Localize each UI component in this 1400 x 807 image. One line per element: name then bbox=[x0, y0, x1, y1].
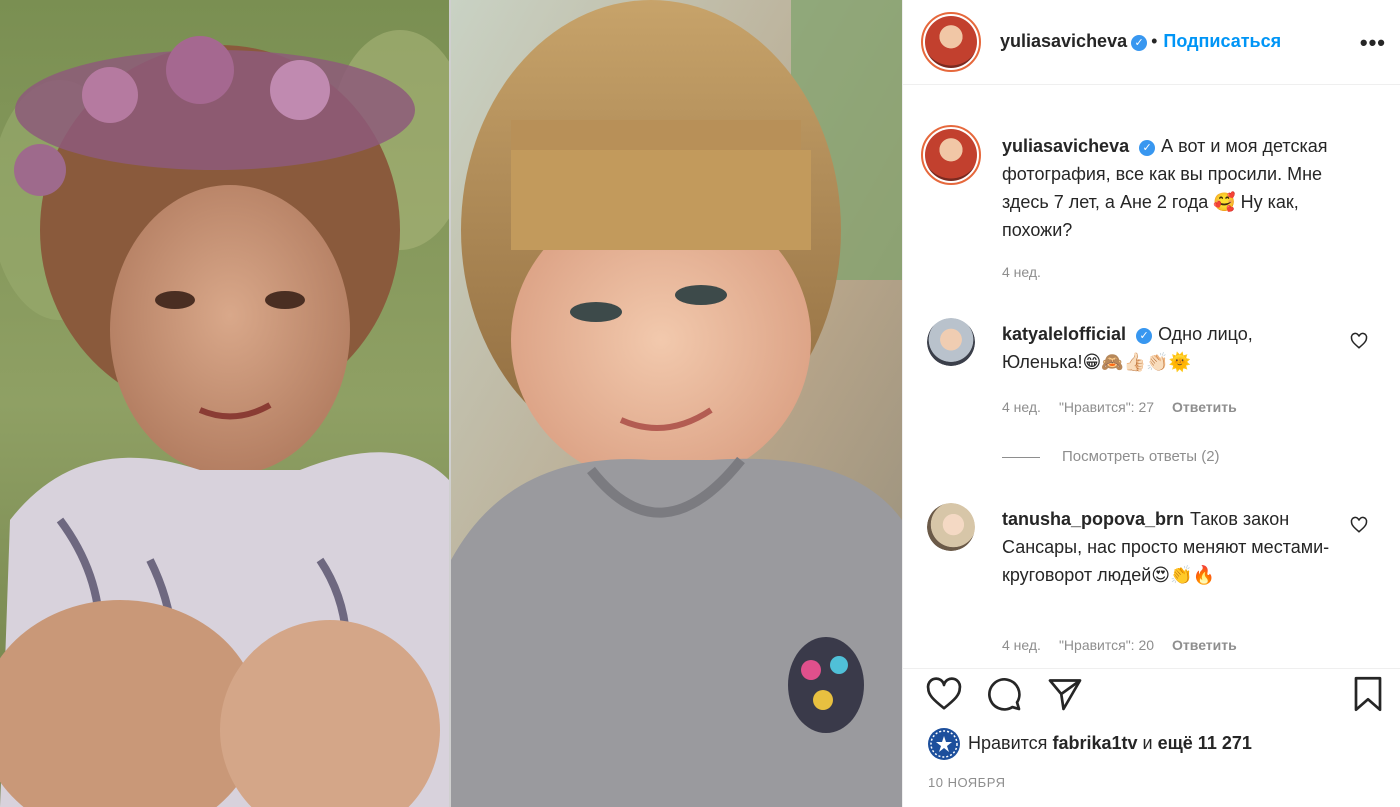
liker-username[interactable]: fabrika1tv bbox=[1052, 733, 1137, 753]
bookmark-icon[interactable] bbox=[1352, 676, 1384, 712]
daughter-photo bbox=[451, 0, 902, 807]
follow-button[interactable]: Подписаться bbox=[1163, 31, 1281, 51]
caption: yuliasavicheva ✓ А вот и моя детская фотог… bbox=[1002, 132, 1372, 244]
caption-username[interactable]: yuliasavicheva bbox=[1002, 136, 1129, 156]
star-icon bbox=[930, 730, 958, 758]
comment: katyalelofficial ✓ Одно лицо, Юленька!😁🙈👍🏻… bbox=[1002, 320, 1322, 376]
view-replies-label: Посмотреть ответы (2) bbox=[1062, 448, 1220, 465]
action-bar bbox=[902, 668, 1400, 725]
comment-username[interactable]: tanusha_popova_brn bbox=[1002, 509, 1184, 529]
commenter-avatar[interactable] bbox=[927, 318, 975, 366]
comment-meta: 4 нед. "Нравится": 20 Ответить bbox=[1002, 637, 1255, 653]
header-line: yuliasavicheva ✓ • Подписаться bbox=[1000, 31, 1281, 52]
comment-likes[interactable]: "Нравится": 20 bbox=[1059, 637, 1154, 653]
header-dot: • bbox=[1151, 31, 1158, 51]
caption-time[interactable]: 4 нед. bbox=[1002, 264, 1041, 280]
replies-divider bbox=[1002, 456, 1040, 458]
verified-badge-icon: ✓ bbox=[1131, 35, 1148, 51]
author-username[interactable]: yuliasavicheva bbox=[1000, 31, 1127, 51]
likes-prefix: Нравится bbox=[968, 733, 1048, 753]
likes-connector: и bbox=[1142, 733, 1153, 753]
reply-button[interactable]: Ответить bbox=[1172, 637, 1237, 653]
post-photo[interactable] bbox=[0, 0, 902, 807]
commenter-avatar[interactable] bbox=[927, 503, 975, 551]
more-options-icon[interactable]: ••• bbox=[1360, 30, 1386, 56]
liker-avatar[interactable] bbox=[928, 728, 960, 760]
comment-time[interactable]: 4 нед. bbox=[1002, 399, 1041, 415]
view-replies-button[interactable]: Посмотреть ответы (2) bbox=[1002, 448, 1220, 465]
caption-avatar[interactable] bbox=[921, 125, 981, 185]
post-date[interactable]: 10 НОЯБРЯ bbox=[928, 775, 1005, 790]
likes-count[interactable]: ещё 11 271 bbox=[1158, 733, 1252, 753]
childhood-photo bbox=[0, 0, 449, 807]
verified-badge-icon: ✓ bbox=[1136, 328, 1153, 344]
likes-summary[interactable]: Нравится fabrika1tv и ещё 11 271 bbox=[968, 733, 1252, 754]
comment-like-icon[interactable] bbox=[1350, 516, 1368, 534]
comment-meta: 4 нед. "Нравится": 27 Ответить bbox=[1002, 399, 1255, 415]
author-avatar[interactable] bbox=[921, 12, 981, 72]
comment-like-icon[interactable] bbox=[1350, 332, 1368, 350]
verified-badge-icon: ✓ bbox=[1139, 140, 1156, 156]
comment: tanusha_popova_brn Таков закон Сансары, н… bbox=[1002, 505, 1342, 589]
comment-username[interactable]: katyalelofficial bbox=[1002, 324, 1126, 344]
heart-icon[interactable] bbox=[926, 677, 962, 711]
comment-time[interactable]: 4 нед. bbox=[1002, 637, 1041, 653]
reply-button[interactable]: Ответить bbox=[1172, 399, 1237, 415]
caption-meta: 4 нед. bbox=[1002, 264, 1059, 280]
comment-icon[interactable] bbox=[986, 676, 1022, 712]
comment-likes[interactable]: "Нравится": 27 bbox=[1059, 399, 1154, 415]
paper-plane-icon[interactable] bbox=[1046, 676, 1084, 712]
